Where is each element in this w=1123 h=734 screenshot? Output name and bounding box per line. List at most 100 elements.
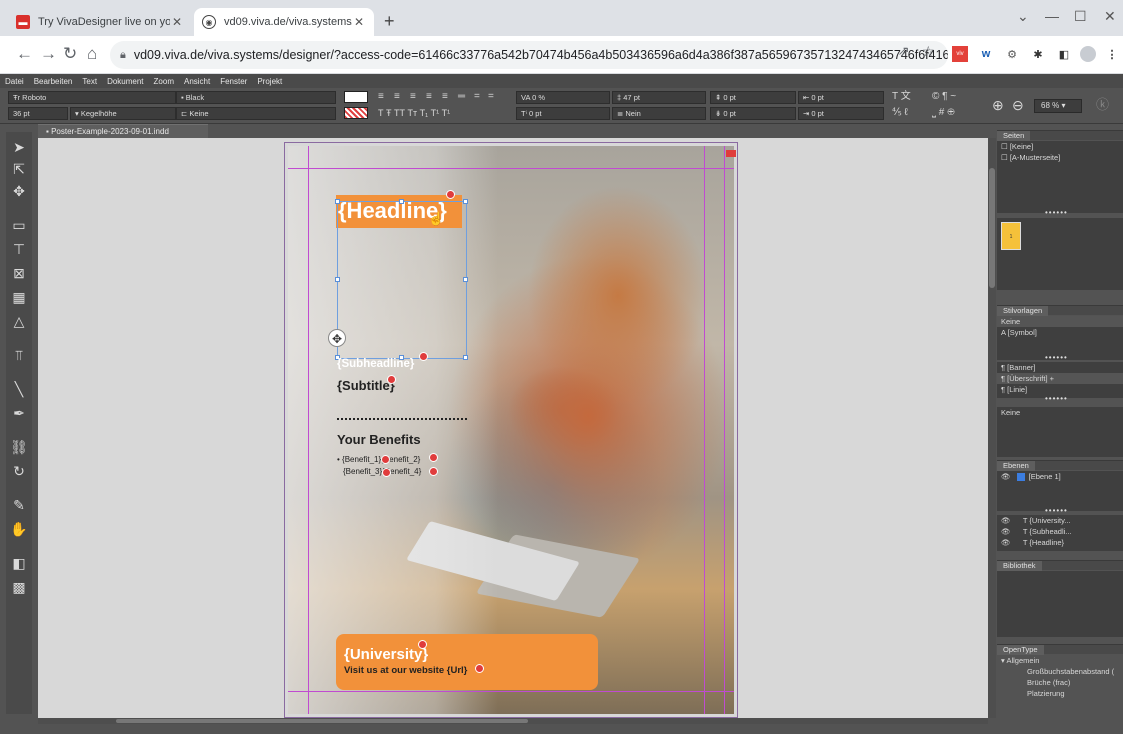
- menu-dokument[interactable]: Dokument: [102, 77, 148, 86]
- anchor-pin-icon[interactable]: [429, 453, 438, 462]
- para-style-banner[interactable]: ¶ [Banner]: [997, 362, 1123, 373]
- menu-ansicht[interactable]: Ansicht: [179, 77, 215, 86]
- hand-tool-icon[interactable]: ✋: [6, 518, 32, 540]
- panel-tab-stilvorlagen[interactable]: Stilvorlagen: [997, 305, 1123, 316]
- resize-handle[interactable]: [463, 199, 468, 204]
- reload-icon[interactable]: ↻: [63, 44, 77, 64]
- eyedropper-tool-icon[interactable]: ✎: [6, 494, 32, 516]
- resize-handle[interactable]: [399, 199, 404, 204]
- resize-handle[interactable]: [463, 355, 468, 360]
- selection-frame[interactable]: [335, 199, 468, 360]
- bookmark-star-icon[interactable]: ☆: [922, 43, 935, 60]
- resize-handle[interactable]: [335, 199, 340, 204]
- panel-divider[interactable]: ••••••: [1045, 506, 1068, 515]
- layer-item-headline[interactable]: 👁︎ T {Headline}: [997, 537, 1123, 548]
- align-justify-icon[interactable]: ≡: [426, 91, 432, 103]
- leading-mode-field[interactable]: ▾ Kegelhöhe: [70, 107, 176, 120]
- layer-item-university[interactable]: 👁︎ T {University...: [997, 515, 1123, 526]
- direct-selection-tool-icon[interactable]: ⇱: [6, 158, 32, 180]
- zoom-out-icon[interactable]: ⊖: [1012, 98, 1024, 112]
- opentype-placement[interactable]: Platzierung: [997, 688, 1123, 699]
- back-icon[interactable]: ←: [16, 44, 33, 64]
- image-frame-tool-icon[interactable]: ⊠: [6, 262, 32, 284]
- page-flag-icon[interactable]: [726, 150, 736, 157]
- chevron-down-icon[interactable]: ⌄: [1017, 8, 1029, 25]
- website-text[interactable]: Visit us at our website {Url}: [344, 665, 467, 676]
- font-size-field[interactable]: 36 pt: [8, 107, 68, 120]
- forward-icon[interactable]: →: [40, 44, 57, 64]
- home-icon[interactable]: ⌂: [87, 44, 97, 64]
- document-tab[interactable]: ▪ Poster-Example-2023-09-01.indd: [38, 124, 208, 138]
- text-direction-icon[interactable]: T 文: [892, 91, 911, 103]
- browser-menu-icon[interactable]: ⋮: [1104, 46, 1120, 62]
- browser-tab-designer[interactable]: ◉ vd09.viva.de/viva.systems/design ✕: [194, 8, 374, 36]
- close-tab-icon[interactable]: ✕: [352, 15, 366, 29]
- align-center-icon[interactable]: ≡: [394, 91, 400, 103]
- transparency-tool-icon[interactable]: ▩: [6, 576, 32, 598]
- anchor-pin-icon[interactable]: [387, 375, 396, 384]
- indent-left-field[interactable]: ⇤ 0 pt: [798, 91, 884, 104]
- indent-right-field[interactable]: ⇥ 0 pt: [798, 107, 884, 120]
- text-path-tool-icon[interactable]: ⫪: [6, 344, 32, 366]
- page-thumbnail[interactable]: 1: [1001, 222, 1021, 250]
- menu-projekt[interactable]: Projekt: [252, 77, 287, 86]
- space-before-field[interactable]: ⇞ 0 pt: [710, 91, 796, 104]
- char-style-symbol[interactable]: A [Symbol]: [997, 327, 1123, 338]
- para-style-headline[interactable]: ¶ [Überschrift] +: [997, 373, 1123, 384]
- minimize-icon[interactable]: —: [1045, 8, 1059, 24]
- poster-page[interactable]: {Headline} ☝ ✥ {Subheadline} {Subtitle} …: [288, 146, 734, 714]
- hyphenation-field[interactable]: ≣ Nein: [612, 107, 706, 120]
- anchor-pin-icon[interactable]: [381, 455, 390, 464]
- anchor-pin-icon[interactable]: [429, 467, 438, 476]
- subheadline-text[interactable]: {Subheadline}: [337, 358, 414, 370]
- side-panel-icon[interactable]: ◧: [1056, 46, 1072, 62]
- font-style-field[interactable]: ▪ Black: [176, 91, 336, 104]
- move-handle-icon[interactable]: ✥: [328, 329, 346, 347]
- align-left-icon[interactable]: ≡: [378, 91, 384, 103]
- panel-tab-opentype[interactable]: OpenType: [997, 644, 1123, 655]
- link-tool-icon[interactable]: ⛓: [6, 436, 32, 458]
- collapse-icon[interactable]: ⓚ: [1096, 98, 1109, 111]
- anchor-pin-icon[interactable]: [475, 664, 484, 673]
- selection-tool-icon[interactable]: ➤: [6, 136, 32, 158]
- special-chars-icon[interactable]: © ¶ ~: [932, 91, 956, 103]
- extension-viva-icon[interactable]: viv: [952, 46, 968, 62]
- anchor-pin-icon[interactable]: [418, 640, 427, 649]
- polygon-tool-icon[interactable]: △: [6, 310, 32, 332]
- panel-tab-seiten[interactable]: Seiten: [997, 130, 1123, 141]
- anchor-pin-icon[interactable]: [419, 352, 428, 361]
- line-tool-icon[interactable]: ╲: [6, 378, 32, 400]
- extensions-puzzle-icon[interactable]: ✱: [1030, 46, 1046, 62]
- close-tab-icon[interactable]: ✕: [170, 15, 184, 29]
- benefits-heading[interactable]: Your Benefits: [337, 432, 421, 447]
- panel-tab-ebenen[interactable]: Ebenen: [997, 460, 1123, 471]
- align-away-icon[interactable]: =: [488, 91, 494, 103]
- anchor-pin-icon[interactable]: [446, 190, 455, 199]
- resize-handle[interactable]: [335, 277, 340, 282]
- new-tab-icon[interactable]: +: [384, 12, 395, 30]
- anchor-pin-icon[interactable]: [382, 468, 391, 477]
- text-frame-tool-icon[interactable]: ⊤: [6, 238, 32, 260]
- space-after-field[interactable]: ⇟ 0 pt: [710, 107, 796, 120]
- zoom-level-field[interactable]: 68 % ▾: [1034, 99, 1082, 113]
- benefits-line-1[interactable]: • {Benefit_1}{Benefit_2}: [337, 455, 420, 464]
- rotate-tool-icon[interactable]: ↻: [6, 460, 32, 482]
- stroke-color-swatch[interactable]: [344, 107, 368, 119]
- menu-datei[interactable]: Datei: [0, 77, 29, 86]
- layer-row[interactable]: 👁︎ [Ebene 1]: [997, 471, 1123, 482]
- align-force-icon[interactable]: ═: [458, 91, 465, 103]
- opentype-caps-spacing[interactable]: Großbuchstabenabstand (: [997, 666, 1123, 677]
- opentype-group[interactable]: ▾ Allgemein: [997, 655, 1123, 666]
- menu-text[interactable]: Text: [77, 77, 102, 86]
- menu-bearbeiten[interactable]: Bearbeiten: [29, 77, 78, 86]
- resize-handle[interactable]: [463, 277, 468, 282]
- scrollbar-thumb[interactable]: [989, 168, 995, 288]
- panel-divider[interactable]: ••••••: [1045, 353, 1068, 362]
- panel-divider[interactable]: ••••••: [1045, 394, 1068, 403]
- university-text[interactable]: {University}: [344, 646, 428, 663]
- close-window-icon[interactable]: ✕: [1104, 8, 1116, 25]
- rectangle-tool-icon[interactable]: ▭: [6, 214, 32, 236]
- align-justify-all-icon[interactable]: ≡: [442, 91, 448, 103]
- panel-tab-bibliothek[interactable]: Bibliothek: [997, 560, 1123, 571]
- layer-item-subheadline[interactable]: 👁︎ T {Subheadli...: [997, 526, 1123, 537]
